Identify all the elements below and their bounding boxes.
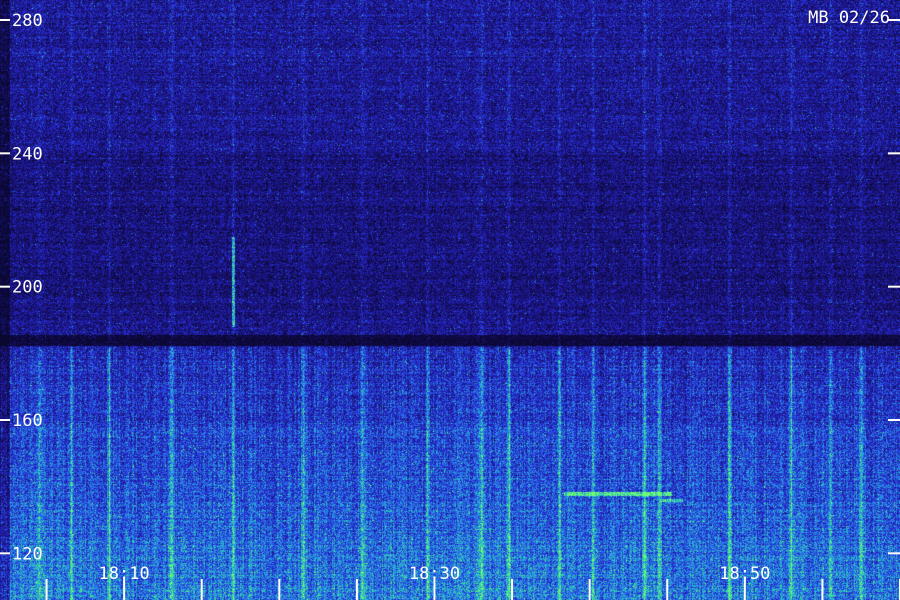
axis-overlay: 280 240 200 160 120 18:10 18:30 18:50 MB 02/26 xyxy=(0,8,900,600)
y-axis: 280 240 200 160 120 xyxy=(0,11,900,564)
y-tick-label-280: 280 xyxy=(12,11,43,31)
x-tick-label-1: 18:30 xyxy=(409,564,460,584)
chart-annotation: MB 02/26 xyxy=(808,8,890,28)
y-tick-label-200: 200 xyxy=(12,278,43,298)
y-tick-label-120: 120 xyxy=(12,544,43,564)
y-tick-label-160: 160 xyxy=(12,411,43,431)
y-tick-label-240: 240 xyxy=(12,144,43,164)
x-tick-label-0: 18:10 xyxy=(99,564,150,584)
x-axis: 18:10 18:30 18:50 xyxy=(45,564,900,600)
x-tick-label-2: 18:50 xyxy=(719,564,770,584)
spectrogram-chart: 280 240 200 160 120 18:10 18:30 18:50 MB 02/26 xyxy=(0,0,900,600)
